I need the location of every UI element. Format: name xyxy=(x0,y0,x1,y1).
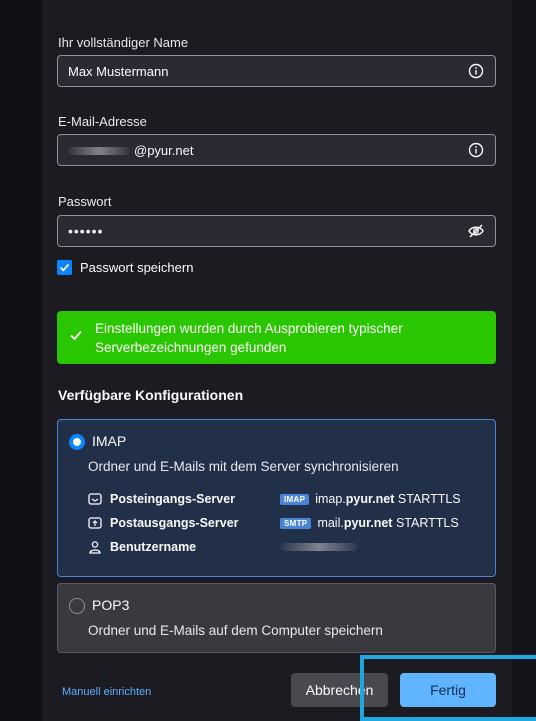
cancel-button[interactable]: Abbrechen xyxy=(291,673,388,707)
info-icon[interactable] xyxy=(467,62,485,80)
remember-password-label: Passwort speichern xyxy=(80,260,194,275)
imap-radio[interactable] xyxy=(69,434,85,450)
email-value: @pyur.net xyxy=(68,143,467,158)
incoming-server-label: Posteingangs-Server xyxy=(110,492,236,506)
imap-description: Ordner und E-Mails mit dem Server synchr… xyxy=(88,459,399,474)
email-field[interactable]: @pyur.net xyxy=(57,134,496,166)
incoming-server-row: Posteingangs-Server IMAP imap.pyur.net S… xyxy=(88,491,461,507)
password-label: Passwort xyxy=(58,194,112,209)
remember-password-row[interactable]: Passwort speichern xyxy=(57,260,193,275)
pop3-radio[interactable] xyxy=(69,598,85,614)
checkmark-icon xyxy=(69,328,83,347)
inbox-icon xyxy=(88,492,104,506)
done-button[interactable]: Fertig xyxy=(400,673,496,707)
configurations-heading: Verfügbare Konfigurationen xyxy=(58,387,244,403)
user-icon xyxy=(88,540,104,554)
name-label: Ihr vollständiger Name xyxy=(58,35,189,50)
outgoing-server-row: Postausgangs-Server SMTP mail.pyur.net S… xyxy=(88,515,459,531)
success-notification: Einstellungen wurden durch Ausprobieren … xyxy=(57,311,496,364)
imap-config-option[interactable]: IMAP Ordner und E-Mails mit dem Server s… xyxy=(57,419,496,577)
imap-badge: IMAP xyxy=(280,493,310,505)
blurred-username xyxy=(68,147,130,156)
success-text: Einstellungen wurden durch Ausprobieren … xyxy=(95,320,403,355)
info-icon[interactable] xyxy=(467,141,485,159)
username-label: Benutzername xyxy=(110,540,197,554)
outgoing-host: mail.pyur.net STARTTLS xyxy=(317,516,459,530)
hide-password-icon[interactable] xyxy=(467,222,485,240)
remember-password-checkbox[interactable] xyxy=(57,260,72,275)
incoming-host: imap.pyur.net STARTTLS xyxy=(315,492,461,506)
username-row: Benutzername xyxy=(88,539,362,555)
smtp-badge: SMTP xyxy=(280,517,312,529)
left-background xyxy=(0,0,42,721)
pop3-description: Ordner und E-Mails auf dem Computer spei… xyxy=(88,623,383,638)
outgoing-server-label: Postausgangs-Server xyxy=(110,516,239,530)
imap-title: IMAP xyxy=(92,433,127,449)
blurred-username-value xyxy=(280,543,358,551)
name-field[interactable]: Max Mustermann xyxy=(57,55,496,87)
password-value: •••••• xyxy=(68,223,104,239)
email-domain: @pyur.net xyxy=(134,142,194,158)
pop3-title: POP3 xyxy=(92,597,130,613)
name-value: Max Mustermann xyxy=(68,63,169,79)
right-background xyxy=(512,0,536,721)
outbox-icon xyxy=(88,516,104,530)
password-field[interactable]: •••••• xyxy=(57,215,496,247)
pop3-config-option[interactable]: POP3 Ordner und E-Mails auf dem Computer… xyxy=(57,583,496,653)
manual-setup-link[interactable]: Manuell einrichten xyxy=(62,686,151,698)
email-label: E-Mail-Adresse xyxy=(58,114,147,129)
